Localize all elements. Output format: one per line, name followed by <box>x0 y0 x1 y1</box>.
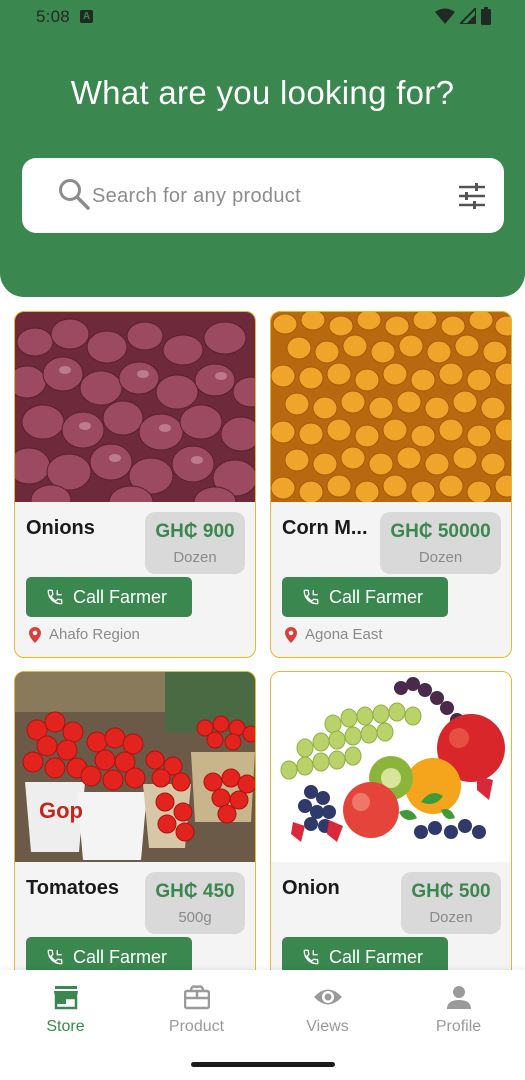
battery-icon <box>481 7 491 25</box>
header-panel: 5:08 A What are you looking for? <box>0 0 525 297</box>
call-farmer-button[interactable]: Call Farmer <box>282 577 448 617</box>
eye-icon <box>313 989 342 1005</box>
product-card[interactable]: Onions GH₵ 900 Dozen Call Farmer Ahafo R… <box>14 311 256 658</box>
filter-icon[interactable] <box>458 183 486 209</box>
product-icon <box>183 985 210 1010</box>
wifi-icon <box>435 8 455 24</box>
price-tag: GH₵ 500 Dozen <box>401 872 501 934</box>
signal-icon <box>460 8 476 24</box>
product-image-corn[interactable] <box>271 312 511 502</box>
person-icon <box>446 986 471 1009</box>
nav-profile[interactable]: Profile <box>393 982 524 1036</box>
call-farmer-label: Call Farmer <box>329 946 424 967</box>
phone-icon <box>303 949 319 965</box>
product-image-fruits[interactable] <box>271 672 511 862</box>
product-unit: Dozen <box>429 909 473 926</box>
location-pin-icon <box>29 626 41 643</box>
price-tag: GH₵ 450 500g <box>145 872 245 934</box>
phone-icon <box>303 589 319 605</box>
call-farmer-button[interactable]: Call Farmer <box>26 577 192 617</box>
search-icon <box>59 179 90 210</box>
product-name: Onions <box>26 517 95 539</box>
nav-product[interactable]: Product <box>131 982 262 1036</box>
location-text: Agona East <box>305 626 383 643</box>
product-unit: 500g <box>178 909 212 926</box>
search-input[interactable] <box>92 180 432 212</box>
call-farmer-button[interactable]: Call Farmer <box>282 937 448 970</box>
store-icon <box>53 986 78 1010</box>
product-name: Onion <box>282 877 340 899</box>
location-pin-icon <box>285 626 297 643</box>
phone-icon <box>47 949 63 965</box>
search-bar[interactable] <box>22 158 504 233</box>
price-tag: GH₵ 50000 Dozen <box>380 512 501 574</box>
home-indicator[interactable] <box>191 1062 335 1067</box>
product-price: GH₵ 450 <box>155 881 235 902</box>
nav-profile-label: Profile <box>435 1018 482 1035</box>
nav-store[interactable]: Store <box>0 982 131 1036</box>
nav-views-label: Views <box>306 1018 349 1035</box>
product-name: Corn M... <box>282 517 368 539</box>
product-unit: Dozen <box>418 549 463 566</box>
phone-icon <box>47 589 63 605</box>
notification-icon: A <box>80 10 93 23</box>
nav-product-label: Product <box>168 1018 225 1035</box>
product-grid: Onions GH₵ 900 Dozen Call Farmer Ahafo R… <box>0 310 525 970</box>
status-bar: 5:08 A <box>0 0 525 34</box>
call-farmer-label: Call Farmer <box>73 586 168 607</box>
product-unit: Dozen <box>173 549 217 566</box>
nav-views[interactable]: Views <box>262 982 393 1036</box>
status-icons <box>435 7 491 25</box>
product-image-tomatoes[interactable]: Gop <box>15 672 255 862</box>
product-price: GH₵ 500 <box>411 881 491 902</box>
product-card[interactable]: Onion GH₵ 500 Dozen Call Farmer <box>270 671 512 970</box>
call-farmer-label: Call Farmer <box>73 946 168 967</box>
location-text: Ahafo Region <box>49 626 140 643</box>
page-title: What are you looking for? <box>70 74 455 111</box>
call-farmer-label: Call Farmer <box>329 586 424 607</box>
product-name: Tomatoes <box>26 877 119 899</box>
call-farmer-button[interactable]: Call Farmer <box>26 937 192 970</box>
product-location: Agona East <box>285 626 383 643</box>
product-location: Ahafo Region <box>29 626 140 643</box>
status-time: 5:08 <box>36 7 70 26</box>
product-card[interactable]: Corn M... GH₵ 50000 Dozen Call Farmer Ag… <box>270 311 512 658</box>
product-price: GH₵ 900 <box>155 521 235 542</box>
app-screen: 5:08 A What are you looking for? Search … <box>0 0 525 1080</box>
product-card[interactable]: Gop Tomatoes GH₵ 450 500g Call Farmer <box>14 671 256 970</box>
product-price: GH₵ 50000 <box>390 521 491 542</box>
price-tag: GH₵ 900 Dozen <box>145 512 245 574</box>
svg-text:Gop: Gop <box>39 798 83 823</box>
nav-store-label: Store <box>46 1018 85 1035</box>
product-image-onions[interactable] <box>15 312 255 502</box>
